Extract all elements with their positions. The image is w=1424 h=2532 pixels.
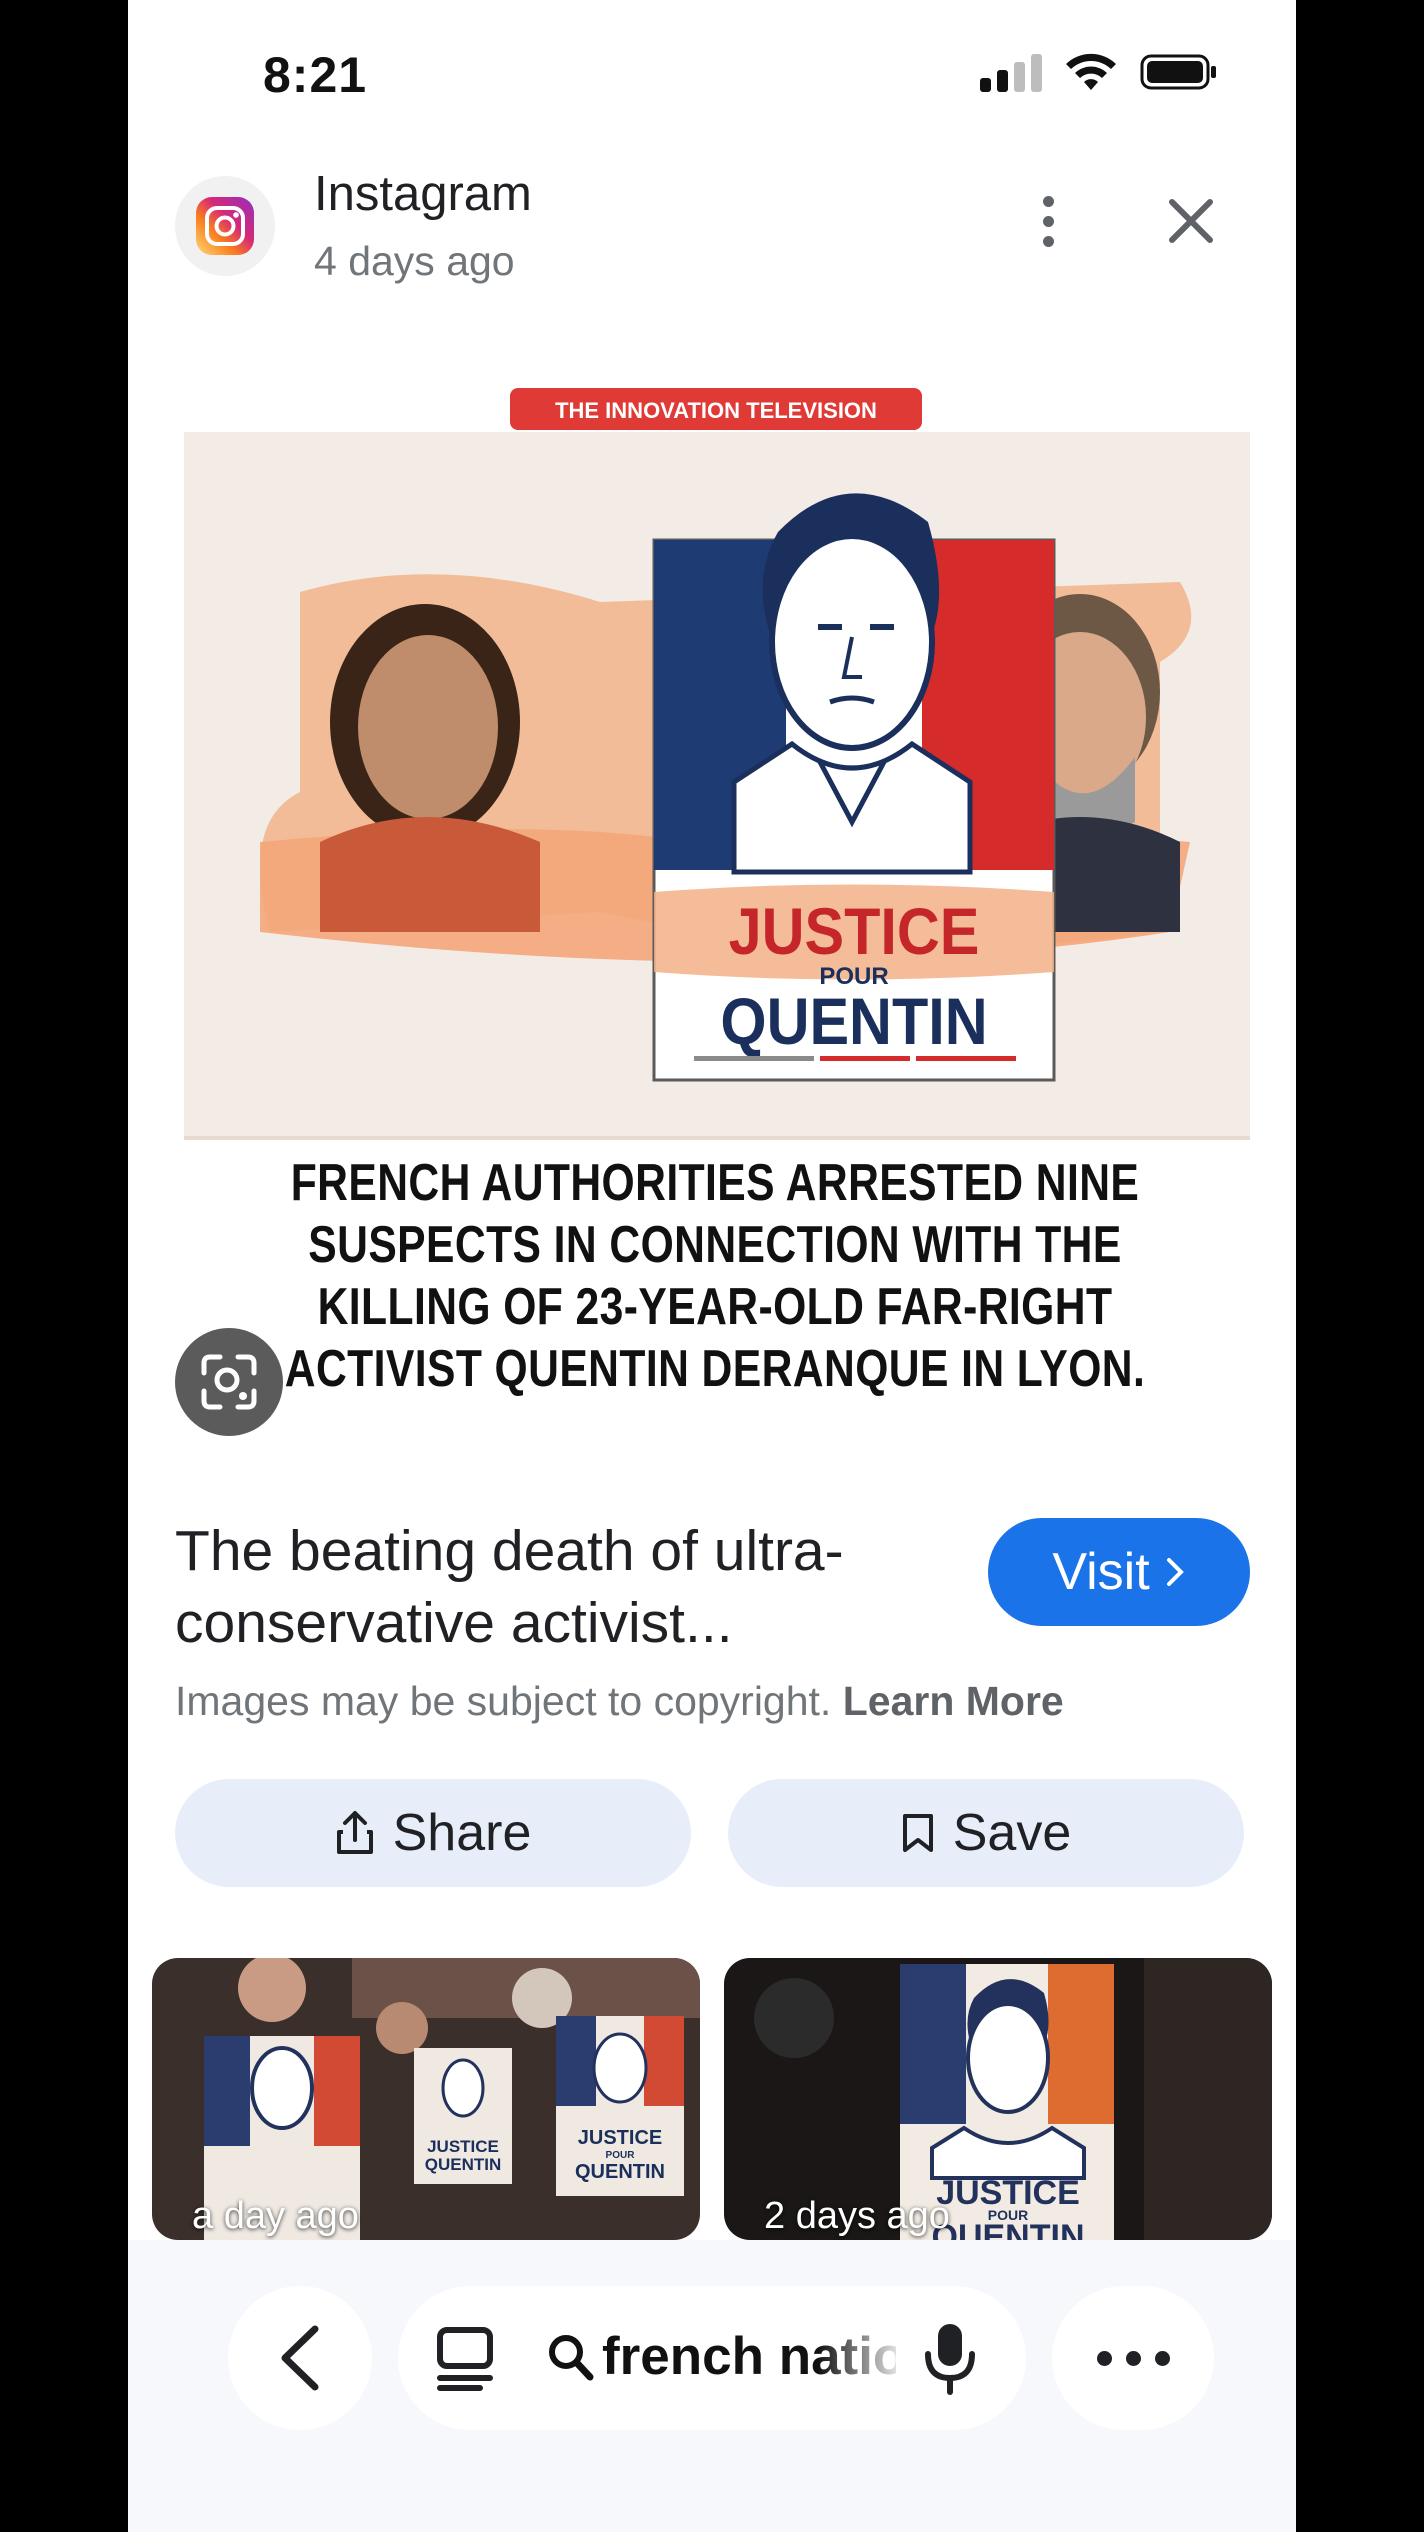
- save-label: Save: [952, 1804, 1072, 1862]
- result-title-line1: The beating death of ultra-: [175, 1519, 844, 1583]
- source-date: 4 days ago: [314, 238, 515, 284]
- save-button[interactable]: Save: [728, 1779, 1244, 1887]
- back-button[interactable]: [228, 2286, 372, 2430]
- related-date: 2 days ago: [764, 2195, 950, 2237]
- visit-label: Visit: [1052, 1543, 1150, 1601]
- related-thumbnail[interactable]: JUSTICE QUENTIN JUSTICE POUR QUENTIN a d…: [152, 1958, 700, 2240]
- status-icons: [980, 52, 1218, 92]
- wifi-icon: [1066, 53, 1116, 90]
- image-caption: FRENCH AUTHORITIES ARRESTED NINE SUSPECT…: [284, 1154, 1146, 1398]
- copyright-notice: Images may be subject to copyright. Lear…: [175, 1678, 1064, 1725]
- result-title[interactable]: The beating death of ultra- conservative…: [175, 1515, 955, 1659]
- thumb1-poster-line1: JUSTICE: [427, 2137, 499, 2156]
- tabs-icon[interactable]: [434, 2326, 496, 2392]
- chevron-left-icon: [281, 2325, 319, 2391]
- poster-illustration: THE INNOVATION TELEVISION JUSTICE POUR Q…: [184, 388, 1250, 1140]
- search-fade: [818, 2316, 908, 2400]
- lens-icon: [201, 1354, 257, 1410]
- lens-search-button[interactable]: [175, 1328, 283, 1436]
- thumb1-poster-b-line1: JUSTICE: [578, 2127, 662, 2149]
- screen: 8:21 Instagram 4 days ago THE INNOVATION…: [128, 0, 1296, 2532]
- related-thumbnail[interactable]: JUSTICE POUR QUENTIN 2 days ago: [724, 1958, 1272, 2240]
- chevron-right-icon: [1166, 1558, 1184, 1586]
- status-time: 8:21: [263, 47, 368, 103]
- copyright-text: Images may be subject to copyright.: [175, 1678, 832, 1724]
- more-vert-icon: [1042, 195, 1054, 207]
- share-label: Share: [392, 1804, 532, 1862]
- thumb1-poster-b-line2: POUR: [606, 2150, 636, 2161]
- bottom-toolbar: french natio: [128, 2240, 1296, 2532]
- poster-line1: JUSTICE: [729, 895, 980, 969]
- instagram-logo-icon[interactable]: [175, 176, 275, 276]
- source-name[interactable]: Instagram: [314, 166, 532, 222]
- search-icon: [549, 2335, 594, 2381]
- banner-text: THE INNOVATION TELEVISION: [555, 398, 877, 423]
- related-date: a day ago: [192, 2195, 359, 2237]
- signal-icon: [980, 52, 1042, 92]
- visit-button[interactable]: Visit: [988, 1518, 1250, 1626]
- more-options-button[interactable]: [1052, 2286, 1214, 2430]
- poster-line3: QUENTIN: [720, 985, 987, 1059]
- result-title-line2: conservative activist...: [175, 1591, 733, 1655]
- more-horiz-icon: [1096, 2350, 1112, 2366]
- share-icon: [336, 1811, 373, 1854]
- bookmark-icon: [902, 1814, 933, 1852]
- share-button[interactable]: Share: [175, 1779, 691, 1887]
- thumb2-poster-line3: QUENTIN: [932, 2218, 1085, 2240]
- battery-icon: [1140, 54, 1216, 90]
- thumb1-poster-line3: QUENTIN: [425, 2155, 502, 2174]
- search-bar[interactable]: french natio: [398, 2286, 1026, 2430]
- close-button[interactable]: [1158, 188, 1224, 254]
- microphone-icon[interactable]: [922, 2320, 978, 2396]
- learn-more-link[interactable]: Learn More: [843, 1678, 1064, 1724]
- result-image[interactable]: THE INNOVATION TELEVISION JUSTICE POUR Q…: [180, 372, 1250, 1440]
- more-options-button[interactable]: [1018, 188, 1078, 254]
- thumb1-poster-b-line3: QUENTIN: [575, 2161, 665, 2183]
